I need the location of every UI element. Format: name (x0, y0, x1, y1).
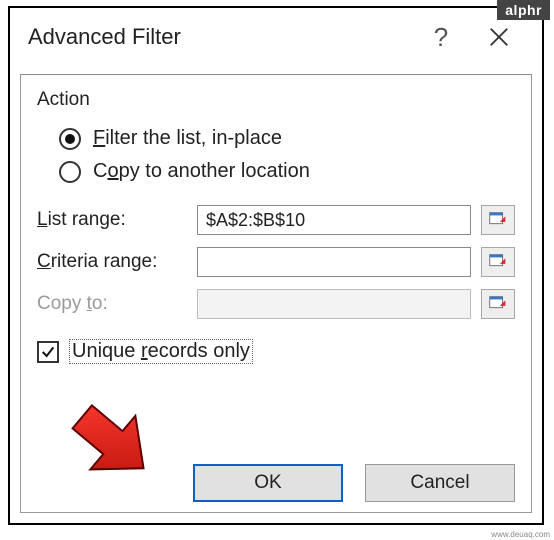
range-select-icon (487, 293, 509, 315)
radio-label: Filter the list, in-place (93, 127, 282, 150)
dialog-advanced-filter: Advanced Filter ? Action Filter the list… (8, 6, 544, 525)
watermark-alphr: alphr (497, 0, 550, 20)
dialog-title: Advanced Filter (28, 24, 181, 50)
range-fields: List range: $A$2:$B$10 Criteria range: (37, 205, 515, 319)
criteria-range-input[interactable] (197, 247, 471, 277)
dialog-body: Action Filter the list, in-place Copy to… (20, 74, 532, 513)
criteria-range-collapse-button[interactable] (481, 247, 515, 277)
close-icon (488, 26, 510, 48)
range-select-icon (487, 251, 509, 273)
titlebar: Advanced Filter ? (10, 8, 542, 66)
action-group-label: Action (37, 89, 515, 111)
action-radio-group: Filter the list, in-place Copy to anothe… (59, 127, 515, 183)
radio-label: Copy to another location (93, 160, 310, 183)
radio-filter-in-place[interactable]: Filter the list, in-place (59, 127, 515, 150)
list-range-label: List range: (37, 209, 187, 231)
radio-icon (59, 161, 81, 183)
radio-copy-to-location[interactable]: Copy to another location (59, 160, 515, 183)
cancel-button[interactable]: Cancel (365, 464, 515, 502)
criteria-range-label: Criteria range: (37, 251, 187, 273)
ok-button[interactable]: OK (193, 464, 343, 502)
list-range-input[interactable]: $A$2:$B$10 (197, 205, 471, 235)
copy-to-row: Copy to: (37, 289, 515, 319)
copy-to-collapse-button[interactable] (481, 289, 515, 319)
copy-to-label: Copy to: (37, 293, 187, 315)
criteria-range-row: Criteria range: (37, 247, 515, 277)
help-button[interactable]: ? (412, 8, 470, 66)
copy-to-input (197, 289, 471, 319)
dialog-buttons: OK Cancel (193, 464, 515, 502)
radio-icon (59, 128, 81, 150)
checkbox-icon (37, 341, 59, 363)
list-range-row: List range: $A$2:$B$10 (37, 205, 515, 235)
range-select-icon (487, 209, 509, 231)
watermark-url: www.deuaq.com (491, 530, 550, 539)
list-range-collapse-button[interactable] (481, 205, 515, 235)
unique-records-label: Unique records only (69, 339, 253, 364)
unique-records-checkbox[interactable]: Unique records only (37, 339, 515, 364)
